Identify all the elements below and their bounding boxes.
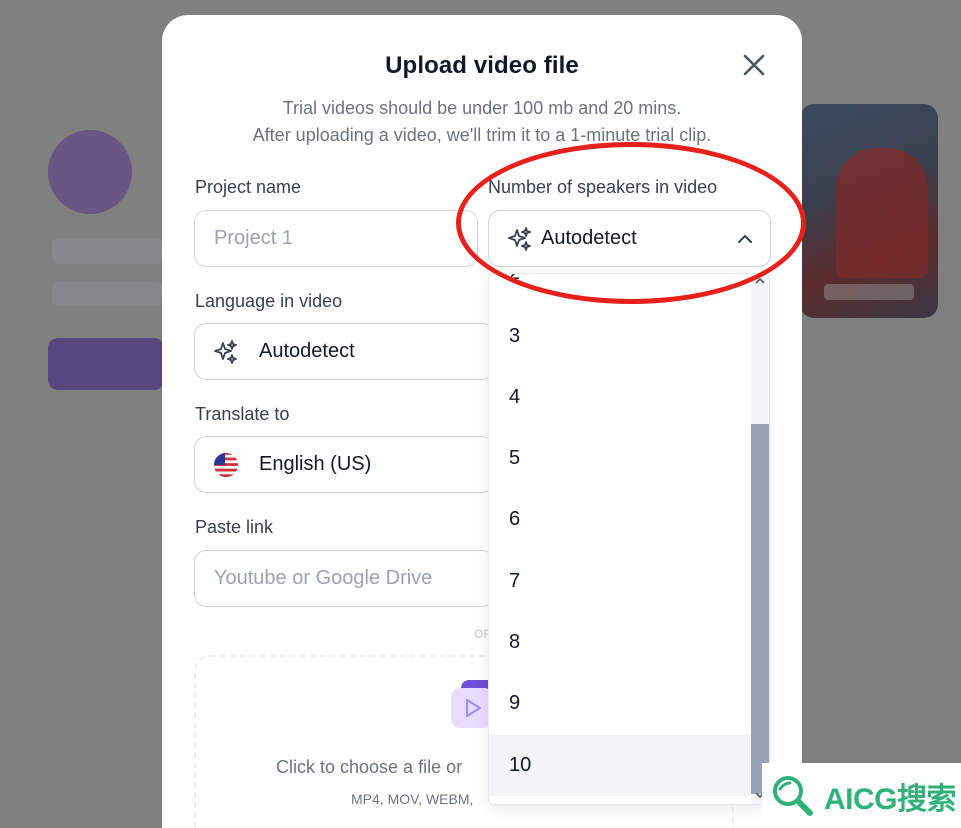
background-avatar [48, 130, 132, 214]
sparkles-icon [213, 339, 239, 365]
dropzone-formats: MP4, MOV, WEBM, [351, 791, 474, 807]
subtitle-line: After uploading a video, we'll trim it t… [252, 125, 712, 145]
speakers-value: Autodetect [541, 227, 637, 249]
sparkles-icon [507, 226, 533, 252]
modal-title: Upload video file [385, 52, 579, 79]
close-icon [743, 54, 765, 76]
background-card-label [824, 284, 914, 300]
us-flag-icon [213, 452, 239, 478]
background-person [836, 148, 928, 278]
dropdown-option-highlighted[interactable]: 10 [489, 735, 753, 796]
dropdown-scrollbar[interactable] [751, 274, 769, 804]
watermark-text: AICG搜索 [824, 782, 957, 816]
translate-value: English (US) [259, 453, 372, 475]
magnifier-logo-icon [773, 775, 813, 816]
dropdown-option-partial[interactable]: 2 [509, 274, 520, 285]
dropdown-option[interactable]: 7 [489, 551, 753, 612]
close-button[interactable] [740, 51, 768, 79]
background-text-block [52, 238, 162, 264]
background-video-card [800, 104, 938, 318]
paste-link-label: Paste link [195, 517, 274, 537]
background-button [48, 338, 164, 390]
scroll-up-arrow-icon[interactable] [755, 276, 765, 286]
watermark-badge: AICG搜索 [762, 763, 961, 828]
subtitle-line: Trial videos should be under 100 mb and … [282, 98, 682, 118]
dropdown-option[interactable]: 9 [489, 673, 753, 734]
language-label: Language in video [195, 291, 343, 311]
background-text-block [52, 282, 162, 306]
project-name-placeholder: Project 1 [214, 227, 293, 249]
dropdown-option[interactable]: 4 [489, 367, 753, 428]
dropdown-option[interactable]: 8 [489, 612, 753, 673]
dropdown-option[interactable]: 6 [489, 489, 753, 550]
project-name-label: Project name [195, 177, 302, 197]
speakers-dropdown-list[interactable]: 2 3 4 5 6 7 8 9 10 [488, 273, 770, 805]
project-name-input[interactable]: Project 1 [194, 210, 478, 267]
modal-subtitle: Trial videos should be under 100 mb and … [162, 95, 802, 149]
dropdown-option[interactable]: 5 [489, 428, 753, 489]
speakers-label: Number of speakers in video [488, 177, 718, 197]
chevron-up-icon [738, 235, 752, 243]
language-value: Autodetect [259, 340, 355, 362]
translate-label: Translate to [195, 404, 290, 424]
language-select[interactable]: Autodetect [194, 323, 494, 380]
scrollbar-thumb[interactable] [751, 424, 769, 794]
paste-link-placeholder: Youtube or Google Drive [214, 567, 433, 589]
paste-link-input[interactable]: Youtube or Google Drive [194, 550, 494, 607]
translate-select[interactable]: English (US) [194, 436, 494, 493]
dropdown-option[interactable]: 3 [489, 306, 753, 367]
dropzone-text: Click to choose a file or [276, 757, 463, 777]
speakers-select[interactable]: Autodetect [488, 210, 771, 267]
